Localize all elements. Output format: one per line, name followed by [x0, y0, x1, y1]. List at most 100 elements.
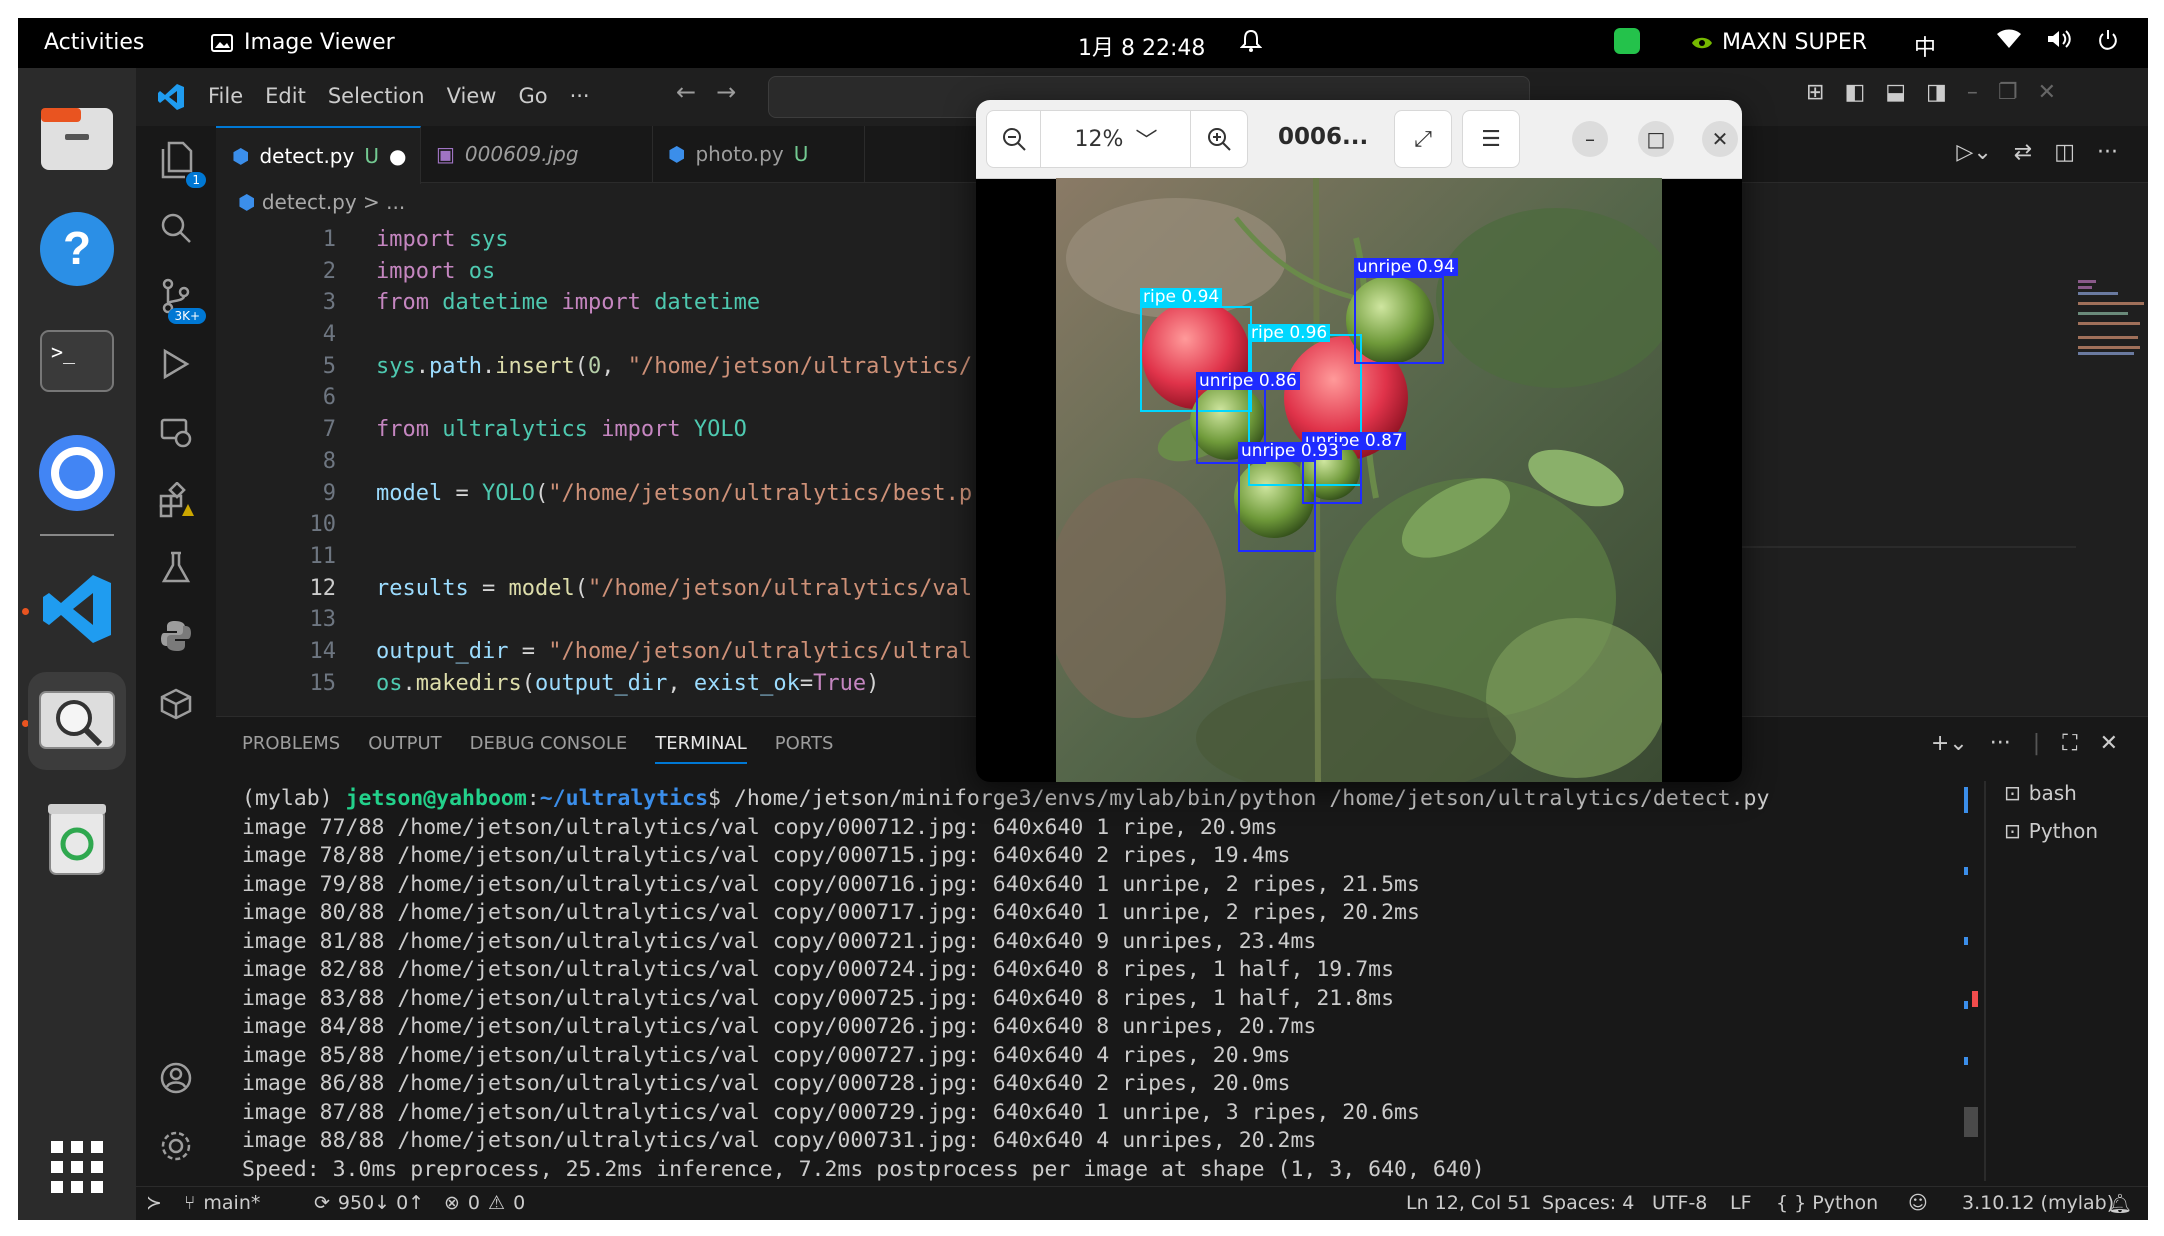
code-text: results = model("/home/jetson/ultralytic… [376, 573, 972, 605]
settings-gear-icon[interactable] [156, 1126, 196, 1166]
language-mode[interactable]: { } Python [1776, 1192, 1878, 1214]
toggle-panel-icon[interactable]: ⬓ [1885, 80, 1906, 105]
dock-files[interactable] [28, 90, 126, 188]
clock[interactable]: 1月 8 22:48 [1078, 30, 1205, 62]
dock-show-apps[interactable] [28, 1118, 126, 1216]
python-interpreter[interactable]: 3.10.12 (mylab) [1962, 1192, 2114, 1214]
tab-photo-py[interactable]: ⬢ photo.py U [652, 126, 865, 182]
dock-vscode[interactable] [28, 560, 126, 658]
menu-item[interactable]: File [208, 84, 243, 108]
source-control-icon[interactable]: 3K+ [156, 276, 206, 324]
sync-indicator[interactable]: ⟳ 950↓ 0↑ [314, 1192, 424, 1214]
compare-icon[interactable]: ⇄ [2014, 140, 2032, 165]
close-icon[interactable]: ✕ [2038, 80, 2056, 105]
more-actions-icon[interactable]: ··· [2097, 140, 2118, 165]
forward-arrow-icon[interactable]: → [716, 78, 736, 106]
problems-indicator[interactable]: ⊗ 0 ⚠ 0 [444, 1192, 525, 1214]
untracked-badge: U [793, 142, 809, 166]
back-arrow-icon[interactable]: ← [676, 78, 696, 106]
remote-indicator[interactable]: ≻ [146, 1192, 162, 1214]
remote-explorer-icon[interactable] [156, 412, 196, 452]
toggle-secondary-sidebar-icon[interactable]: ◨ [1926, 80, 1947, 105]
minimize-icon[interactable]: – [1967, 80, 1978, 105]
tab-000609-jpg[interactable]: ▣ 000609.jpg [420, 126, 653, 182]
accounts-icon[interactable] [156, 1058, 196, 1098]
split-editor-icon[interactable]: ◫ [2054, 140, 2075, 165]
terminal-command: $ /home/jetson/miniforge3/envs/mylab/bin… [708, 786, 1770, 811]
dock-chromium[interactable] [28, 424, 126, 522]
menu-item[interactable]: View [447, 84, 497, 108]
testing-icon[interactable] [156, 548, 196, 588]
activities-button[interactable]: Activities [44, 30, 144, 55]
tomato-photo[interactable]: ripe 0.94 ripe 0.96 unripe 0.94 unripe 0… [1056, 178, 1662, 782]
indentation[interactable]: Spaces: 4 [1542, 1192, 1634, 1214]
fullscreen-button[interactable]: ⤢ [1394, 110, 1452, 168]
panel-tab[interactable]: DEBUG CONSOLE [470, 733, 628, 764]
notifications-bell-icon[interactable]: 🔔︎ [2108, 1192, 2132, 1215]
code-token: "/home/jetson/ultralytics/val [587, 575, 973, 601]
toggle-sidebar-icon[interactable]: ◧ [1844, 80, 1865, 105]
minimize-window-button[interactable]: – [1572, 121, 1608, 157]
customize-layout-icon[interactable]: ⊞ [1806, 80, 1824, 105]
close-window-button[interactable]: ✕ [1702, 121, 1738, 157]
svg-text:>_: >_ [51, 340, 76, 364]
search-icon[interactable] [156, 208, 196, 248]
panel-actions: +⌄ ··· | ⛶ ✕ [1931, 731, 2118, 756]
terminal-item-bash[interactable]: ⊡ bash [2004, 781, 2098, 805]
close-panel-icon[interactable]: ✕ [2100, 731, 2118, 756]
chromium-icon [39, 435, 115, 511]
zoom-out-button[interactable] [986, 110, 1042, 168]
copilot-icon[interactable]: ☺ [1908, 1192, 1928, 1214]
line-ending[interactable]: LF [1730, 1192, 1752, 1214]
explorer-icon[interactable]: 1 [156, 140, 206, 188]
terminal-prompt-env: (mylab) [242, 786, 346, 811]
run-debug-icon[interactable] [156, 344, 196, 384]
terminal-output[interactable]: (mylab) jetson@yahboom:~/ultralytics$ /h… [242, 785, 1932, 1185]
restore-icon[interactable]: ❐ [1998, 80, 2018, 105]
detection-label: ripe 0.96 [1248, 324, 1331, 342]
breadcrumb[interactable]: ⬢ detect.py > ... [238, 190, 405, 214]
input-method-indicator[interactable]: 中 [1914, 30, 1936, 62]
python-icon[interactable] [156, 616, 196, 656]
dock-terminal[interactable]: >_ [28, 312, 126, 410]
system-tray[interactable] [1996, 28, 2120, 52]
more-actions-icon[interactable]: ··· [1990, 731, 2011, 756]
code-token: "/home/jetson/ultralytics/best.p [548, 480, 973, 506]
unsaved-dot[interactable]: ● [389, 144, 406, 168]
dock-trash[interactable] [28, 790, 126, 888]
minimap[interactable] [2078, 280, 2148, 700]
encoding[interactable]: UTF-8 [1652, 1192, 1707, 1214]
menu-item[interactable]: Selection [328, 84, 425, 108]
app-menu[interactable]: Image Viewer [210, 30, 395, 55]
maximize-panel-icon[interactable]: ⛶ [2062, 731, 2077, 756]
panel-tab[interactable]: PROBLEMS [242, 733, 340, 764]
extensions-icon[interactable] [156, 480, 196, 520]
tab-detect-py[interactable]: ⬢ detect.py U ● [216, 126, 421, 184]
remote-icon: ≻ [146, 1192, 162, 1214]
maximize-window-button[interactable]: □ [1638, 121, 1674, 157]
power-mode-indicator[interactable]: MAXN SUPER [1690, 30, 1867, 55]
zoom-level-dropdown[interactable]: 12% ﹀ [1040, 110, 1192, 168]
terminal-scrollbar[interactable] [1964, 787, 1978, 1167]
menu-item[interactable]: Go [518, 84, 547, 108]
cursor-position[interactable]: Ln 12, Col 51 [1406, 1192, 1531, 1214]
panel-tab[interactable]: TERMINAL [655, 733, 747, 764]
terminal-item-python[interactable]: ⊡ Python [2004, 819, 2098, 843]
sync-counts: 950↓ 0↑ [337, 1192, 425, 1214]
run-file-icon[interactable]: ▷⌄ [1956, 140, 1991, 165]
main-menu-button[interactable]: ☰ [1462, 110, 1520, 168]
menu-item[interactable]: ··· [570, 84, 590, 108]
containers-icon[interactable] [156, 684, 196, 724]
panel-tab[interactable]: PORTS [775, 733, 834, 764]
menu-item[interactable]: Edit [265, 84, 306, 108]
wechat-icon[interactable] [1614, 28, 1640, 54]
code-token: import [376, 258, 456, 284]
new-terminal-icon[interactable]: +⌄ [1931, 731, 1968, 756]
branch-indicator[interactable]: ⑂ main* [184, 1192, 260, 1214]
dock-help[interactable]: ? [28, 200, 126, 298]
terminal-line: image 79/88 /home/jetson/ultralytics/val… [242, 871, 1420, 897]
dock-image-viewer[interactable] [28, 672, 126, 770]
panel-tab[interactable]: OUTPUT [368, 733, 441, 764]
zoom-in-button[interactable] [1190, 110, 1248, 168]
